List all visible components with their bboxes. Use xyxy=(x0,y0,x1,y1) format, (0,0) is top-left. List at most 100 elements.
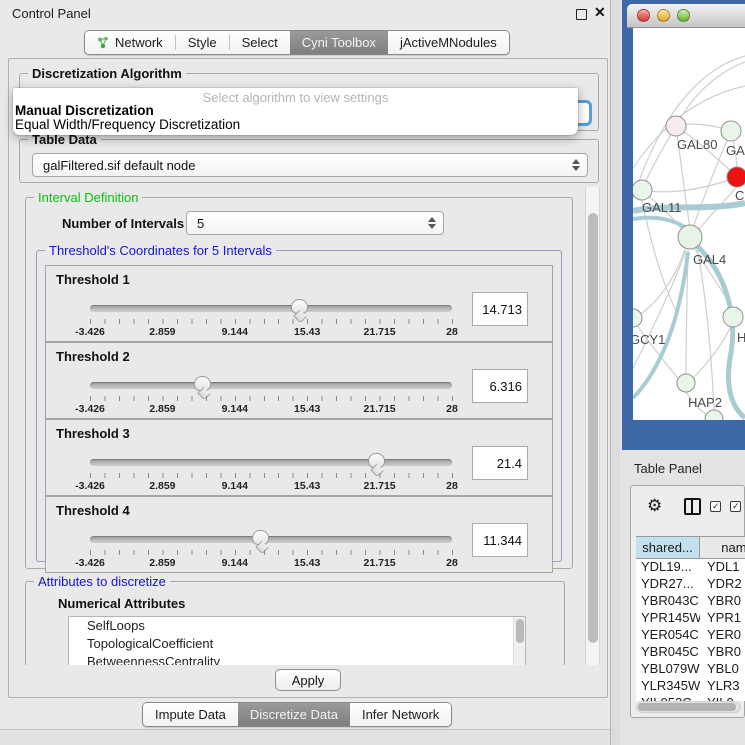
table-row[interactable]: YDL19...YDL1 xyxy=(636,559,745,576)
table-horizontal-scrollbar[interactable] xyxy=(636,701,741,713)
number-of-intervals-combobox[interactable]: 5 xyxy=(186,211,444,235)
slider-thumb[interactable] xyxy=(368,453,385,468)
close-traffic-light-icon[interactable] xyxy=(637,9,650,22)
network-node[interactable] xyxy=(677,374,695,392)
node-label: HAP2 xyxy=(688,395,722,410)
algorithm-option-manual[interactable]: Manual Discretization xyxy=(13,104,578,118)
network-view-window: GAL80GACGAL11GAL4GCY1HHAP2 xyxy=(622,0,745,450)
gear-icon[interactable]: ⚙ xyxy=(647,496,662,516)
list-scrollbar[interactable] xyxy=(513,617,525,665)
slider-thumb[interactable] xyxy=(291,299,308,314)
tab-impute-data[interactable]: Impute Data xyxy=(143,703,238,726)
checkbox-icon[interactable]: ✓ xyxy=(730,501,741,512)
table-cell[interactable]: YLR3 xyxy=(700,678,745,695)
scrollbar-thumb[interactable] xyxy=(588,213,598,643)
apply-button[interactable]: Apply xyxy=(275,669,341,691)
apply-row: Apply xyxy=(9,669,607,691)
stepper-arrows-icon xyxy=(428,217,436,229)
network-node[interactable] xyxy=(705,410,723,420)
table-cell[interactable]: YBR045C xyxy=(636,644,700,661)
slider-ticks xyxy=(90,473,456,478)
table-cell[interactable]: YDL19... xyxy=(636,559,700,576)
slider-track[interactable] xyxy=(90,536,452,543)
table-cell[interactable]: YDR2 xyxy=(700,576,745,593)
network-node[interactable] xyxy=(721,121,741,141)
numerical-attributes-list[interactable]: SelfLoopsTopologicalCoefficientBetweenne… xyxy=(68,616,526,665)
tab-select[interactable]: Select xyxy=(230,31,290,54)
column-header-name[interactable]: name xyxy=(700,537,745,558)
network-canvas[interactable]: GAL80GACGAL11GAL4GCY1HHAP2 xyxy=(633,28,745,420)
table-cell[interactable]: YPR145W xyxy=(636,610,700,627)
network-node[interactable] xyxy=(727,167,745,187)
tab-infer-network[interactable]: Infer Network xyxy=(350,703,451,726)
table-cell[interactable]: YBL079W xyxy=(636,661,700,678)
table-row[interactable]: YER054CYER0 xyxy=(636,627,745,644)
network-node[interactable] xyxy=(678,225,702,249)
tab-cyni-toolbox[interactable]: Cyni Toolbox xyxy=(290,31,388,54)
threshold-row: Threshold 4 -3.4262.8599.14415.4321.7152… xyxy=(45,496,553,573)
main-scrollbar[interactable] xyxy=(585,187,600,665)
tick-label: 28 xyxy=(446,403,458,415)
table-row[interactable]: YBR045CYBR0 xyxy=(636,644,745,661)
network-node[interactable] xyxy=(633,180,652,200)
threshold-slider[interactable]: -3.4262.8599.14415.4321.71528 xyxy=(90,530,452,572)
list-item[interactable]: BetweennessCentrality xyxy=(69,653,525,665)
table-row[interactable]: YPR145WYPR1 xyxy=(636,610,745,627)
table-panel: ⚙ ✓ ✓ shared... name YDL19...YDL1YDR27..… xyxy=(630,485,745,718)
threshold-value-field[interactable]: 11.344 xyxy=(472,523,528,557)
tab-style[interactable]: Style xyxy=(176,31,229,54)
table-row[interactable]: YBR043CYBR0 xyxy=(636,593,745,610)
list-item[interactable]: SelfLoops xyxy=(69,617,525,635)
table-cell[interactable]: YBR043C xyxy=(636,593,700,610)
tab-discretize-data[interactable]: Discretize Data xyxy=(238,703,350,726)
tab-label: Discretize Data xyxy=(250,707,338,722)
tab-network[interactable]: Network xyxy=(85,31,175,54)
table-cell[interactable]: YDR27... xyxy=(636,576,700,593)
table-row[interactable]: YDR27...YDR2 xyxy=(636,576,745,593)
table-cell[interactable]: YPR1 xyxy=(700,610,745,627)
algorithm-option-equal-width[interactable]: Equal Width/Frequency Discretization xyxy=(13,118,578,132)
split-columns-icon[interactable] xyxy=(684,498,701,515)
slider-thumb[interactable] xyxy=(252,530,269,545)
node-table[interactable]: shared... name YDL19...YDL1YDR27...YDR2Y… xyxy=(636,536,745,701)
slider-track[interactable] xyxy=(90,382,452,389)
slider-track[interactable] xyxy=(90,305,452,312)
threshold-slider[interactable]: -3.4262.8599.14415.4321.71528 xyxy=(90,376,452,418)
minimize-traffic-light-icon[interactable] xyxy=(657,9,670,22)
float-window-icon[interactable] xyxy=(576,9,587,20)
zoom-traffic-light-icon[interactable] xyxy=(677,9,690,22)
threshold-value-field[interactable]: 6.316 xyxy=(472,369,528,403)
table-row[interactable]: YLR345WYLR3 xyxy=(636,678,745,695)
slider-track[interactable] xyxy=(90,459,452,466)
table-cell[interactable]: YER054C xyxy=(636,627,700,644)
tick-label: 2.859 xyxy=(149,403,175,415)
threshold-slider[interactable]: -3.4262.8599.14415.4321.71528 xyxy=(90,299,452,341)
network-node[interactable] xyxy=(666,116,686,136)
threshold-slider[interactable]: -3.4262.8599.14415.4321.71528 xyxy=(90,453,452,495)
scrollbar-thumb[interactable] xyxy=(638,703,736,711)
tab-label: Select xyxy=(242,35,278,50)
attribute-items: SelfLoopsTopologicalCoefficientBetweenne… xyxy=(69,617,525,665)
column-header-shared-name[interactable]: shared... xyxy=(636,537,700,558)
checkbox-icon[interactable]: ✓ xyxy=(710,501,721,512)
table-cell[interactable]: YDL1 xyxy=(700,559,745,576)
table-cell[interactable]: YBL0 xyxy=(700,661,745,678)
list-item[interactable]: TopologicalCoefficient xyxy=(69,635,525,653)
table-data-combobox[interactable]: galFiltered.sif default node xyxy=(32,153,588,177)
slider-thumb[interactable] xyxy=(194,376,211,391)
network-node[interactable] xyxy=(723,307,743,327)
network-node[interactable] xyxy=(633,309,642,327)
tick-label: 15.43 xyxy=(294,326,320,338)
tab-jactivemnodules[interactable]: jActiveMNodules xyxy=(388,31,509,54)
threshold-value-field[interactable]: 14.713 xyxy=(472,292,528,326)
threshold-value-field[interactable]: 21.4 xyxy=(472,446,528,480)
table-cell[interactable]: YBR0 xyxy=(700,593,745,610)
table-cell[interactable]: YER0 xyxy=(700,627,745,644)
table-row[interactable]: YBL079WYBL0 xyxy=(636,661,745,678)
threshold-row: Threshold 1 -3.4262.8599.14415.4321.7152… xyxy=(45,265,553,342)
network-window-titlebar[interactable] xyxy=(627,4,745,28)
scrollbar-thumb[interactable] xyxy=(516,619,524,643)
table-cell[interactable]: YLR345W xyxy=(636,678,700,695)
close-icon[interactable]: ✕ xyxy=(594,4,606,21)
table-cell[interactable]: YBR0 xyxy=(700,644,745,661)
